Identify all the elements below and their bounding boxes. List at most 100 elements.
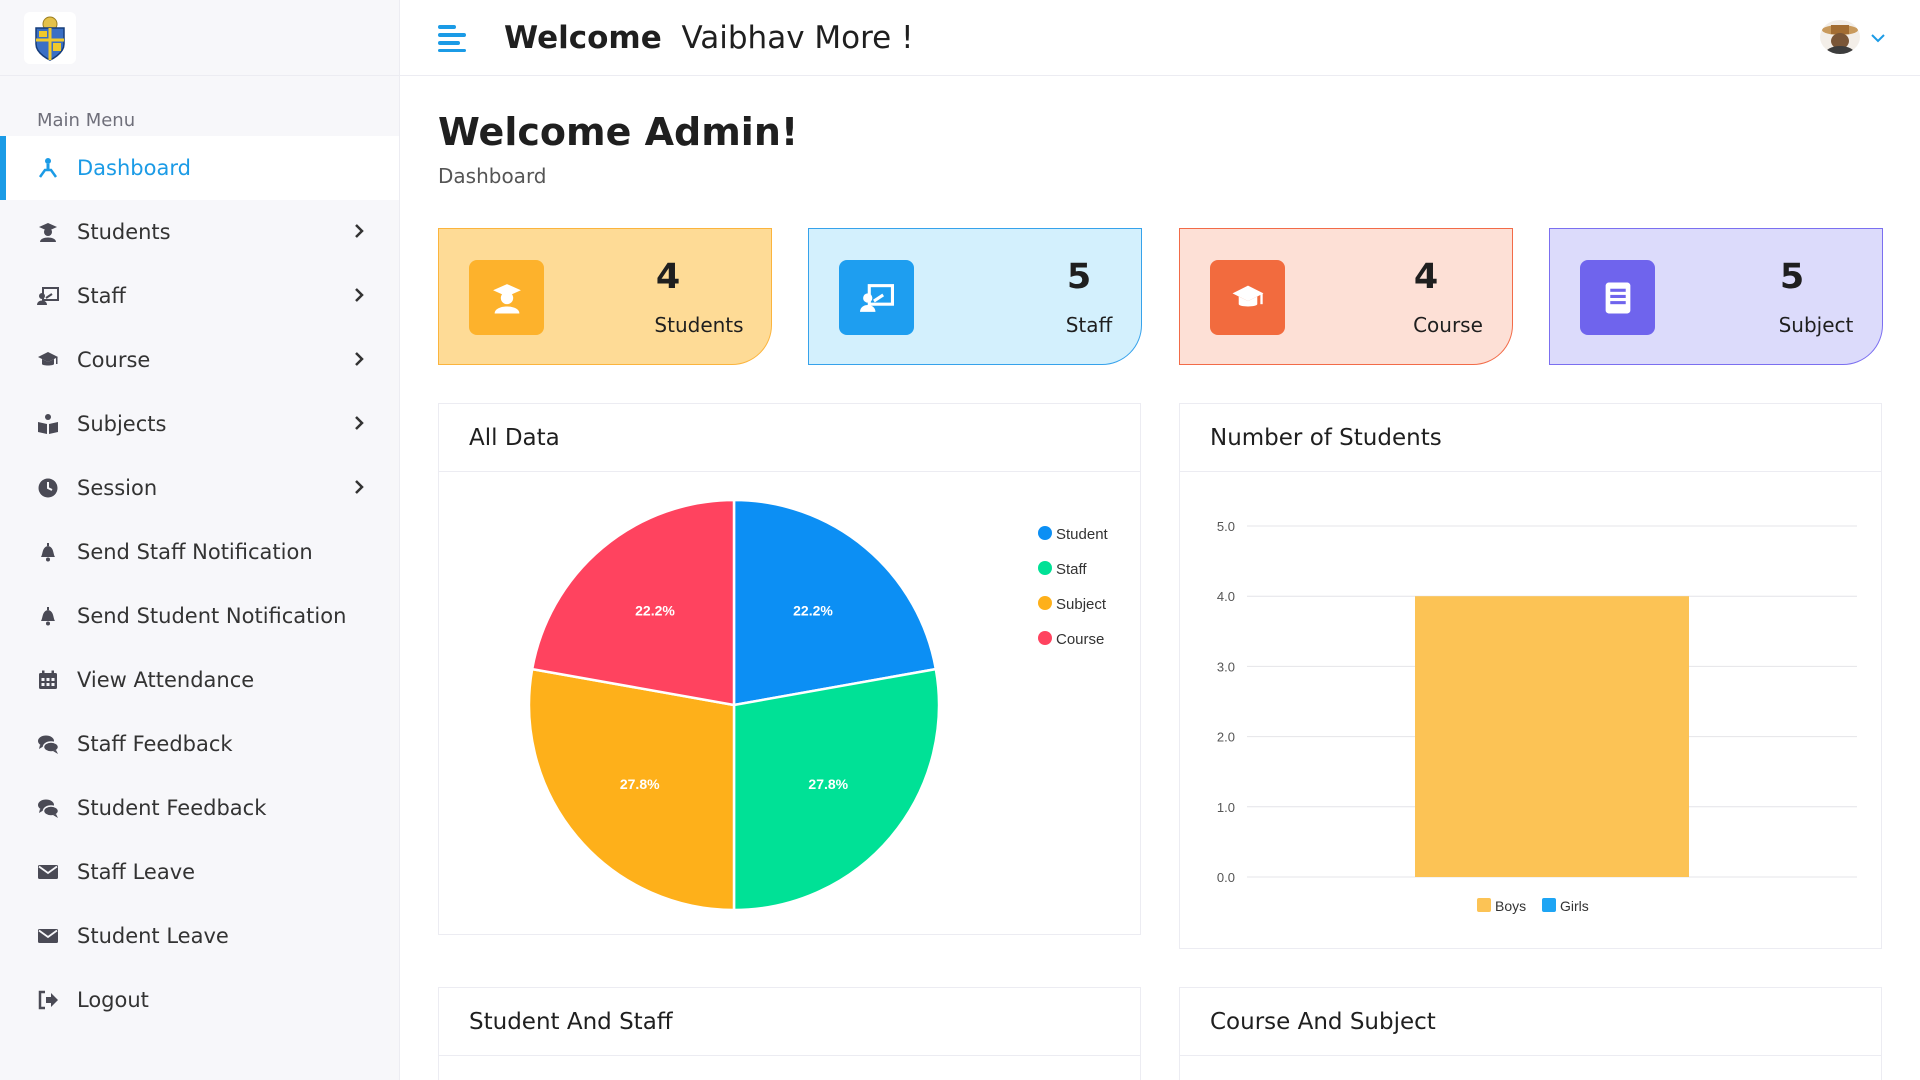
legend-swatch-course[interactable] (1038, 631, 1052, 645)
graduation-cap-icon (1210, 260, 1285, 335)
staff-board-icon (839, 260, 914, 335)
all-data-card: All Data 22.2% 27.8% 27.8% 22.2% Student Staf… (438, 403, 1141, 935)
logo-area (0, 0, 399, 76)
bar-chart: 0.0 1.0 2.0 3.0 4.0 5.0 Boys Girls (1217, 519, 1857, 914)
sidebar-item-send-staff-notification[interactable]: Send Staff Notification (0, 520, 399, 584)
breadcrumb: Dashboard (438, 164, 547, 188)
sidebar-item-label: Send Staff Notification (77, 540, 313, 564)
page-title: Welcome Admin! (438, 110, 799, 154)
sidebar-item-student-leave[interactable]: Student Leave (0, 904, 399, 968)
legend-swatch-student[interactable] (1038, 526, 1052, 540)
student-and-staff-card-title: Student And Staff (439, 988, 1140, 1056)
app-root: Main Menu Dashboard Students Staff Course Su… (0, 0, 1920, 1080)
sidebar-item-staff-feedback[interactable]: Staff Feedback (0, 712, 399, 776)
school-logo[interactable] (24, 11, 76, 64)
y-tick-label: 3.0 (1217, 659, 1235, 674)
legend-label-course[interactable]: Course (1056, 631, 1104, 648)
sidebar-item-view-attendance[interactable]: View Attendance (0, 648, 399, 712)
legend-label-boys[interactable]: Boys (1495, 898, 1526, 914)
stat-value: 4 (1413, 257, 1439, 297)
sidebar-item-course[interactable]: Course (0, 328, 399, 392)
stat-label: Students (654, 313, 744, 337)
stat-card-students[interactable]: 4 Students (438, 228, 772, 365)
sidebar-item-label: Logout (77, 988, 149, 1012)
sidebar-item-session[interactable]: Session (0, 456, 399, 520)
stat-card-staff[interactable]: 5 Staff (808, 228, 1142, 365)
student-and-staff-card: Student And Staff (438, 987, 1141, 1080)
sidebar-item-subjects[interactable]: Subjects (0, 392, 399, 456)
sidebar-item-label: Staff Leave (77, 860, 196, 884)
chevron-right-icon[interactable] (350, 286, 368, 304)
legend-label-girls[interactable]: Girls (1560, 898, 1589, 914)
stat-card-subject[interactable]: 5 Subject (1549, 228, 1883, 365)
stat-label: Course (1413, 313, 1483, 337)
user-avatar[interactable] (1820, 20, 1860, 54)
sidebar-item-logout[interactable]: Logout (0, 968, 399, 1032)
envelope-icon (37, 861, 59, 883)
student-icon (469, 260, 544, 335)
sidebar-item-dashboard[interactable]: Dashboard (0, 136, 399, 200)
pie-slice-label: 22.2% (793, 603, 833, 619)
menu-toggle-icon[interactable] (438, 24, 468, 52)
stat-card-course[interactable]: 4 Course (1179, 228, 1513, 365)
y-tick-label: 1.0 (1217, 800, 1235, 815)
legend-label-staff[interactable]: Staff (1056, 561, 1087, 578)
chevron-right-icon[interactable] (350, 350, 368, 368)
envelope-icon (37, 925, 59, 947)
book-reader-icon (37, 413, 59, 435)
sidebar-nav: Dashboard Students Staff Course Subjects Sess… (0, 136, 399, 1032)
pie-slice-label: 22.2% (635, 603, 675, 619)
legend-swatch-subject[interactable] (1038, 596, 1052, 610)
staff-board-icon (37, 285, 59, 307)
stat-label: Subject (1778, 313, 1854, 337)
sidebar-item-label: Subjects (77, 412, 167, 436)
pie-slice-course[interactable] (530, 498, 736, 707)
sidebar-item-student-feedback[interactable]: Student Feedback (0, 776, 399, 840)
sidebar-item-label: Student Leave (77, 924, 229, 948)
chevron-right-icon[interactable] (350, 222, 368, 240)
y-tick-label: 4.0 (1217, 589, 1235, 604)
sidebar-item-send-student-notification[interactable]: Send Student Notification (0, 584, 399, 648)
number-of-students-card-title: Number of Students (1180, 404, 1881, 472)
legend-label-student[interactable]: Student (1056, 526, 1109, 543)
course-and-subject-card-title: Course And Subject (1180, 988, 1881, 1056)
sidebar: Main Menu Dashboard Students Staff Course Su… (0, 0, 400, 1080)
bell-icon (37, 605, 59, 627)
graduation-cap-icon (37, 349, 59, 371)
comments-icon (37, 797, 59, 819)
stat-value: 5 (1066, 257, 1092, 297)
sidebar-item-staff-leave[interactable]: Staff Leave (0, 840, 399, 904)
pie-slice-label: 27.8% (620, 776, 660, 792)
legend-swatch-staff[interactable] (1038, 561, 1052, 575)
sidebar-item-staff[interactable]: Staff (0, 264, 399, 328)
number-of-students-card: Number of Students 0.0 1.0 2.0 3.0 4.0 5.0 Boy… (1179, 403, 1882, 949)
chevron-right-icon[interactable] (350, 478, 368, 496)
topbar: Welcome Vaibhav More ! (400, 0, 1920, 76)
course-and-subject-card: Course And Subject (1179, 987, 1882, 1080)
y-tick-label: 5.0 (1217, 519, 1235, 534)
menu-title: Main Menu (37, 110, 136, 131)
legend-label-subject[interactable]: Subject (1056, 596, 1107, 613)
bar-boys[interactable] (1415, 596, 1689, 877)
welcome-user-name: Vaibhav More ! (681, 20, 914, 56)
stat-value: 4 (655, 257, 681, 297)
sidebar-item-students[interactable]: Students (0, 200, 399, 264)
chevron-down-icon[interactable] (1870, 30, 1886, 46)
all-data-card-title: All Data (439, 404, 1140, 472)
legend-swatch-girls[interactable] (1542, 898, 1556, 912)
bell-icon (37, 541, 59, 563)
sidebar-item-label: Students (77, 220, 171, 244)
chevron-right-icon[interactable] (350, 414, 368, 432)
legend-swatch-boys[interactable] (1477, 898, 1491, 912)
sidebar-item-label: Send Student Notification (77, 604, 347, 628)
sidebar-item-label: Staff Feedback (77, 732, 233, 756)
dashboard-icon (37, 157, 59, 179)
book-icon (1580, 260, 1655, 335)
y-tick-label: 0.0 (1217, 870, 1235, 885)
clock-icon (37, 477, 59, 499)
stat-value: 5 (1779, 257, 1805, 297)
sidebar-item-label: Course (77, 348, 151, 372)
logout-icon (37, 989, 59, 1011)
calendar-icon (37, 669, 59, 691)
sidebar-item-label: View Attendance (77, 668, 255, 692)
